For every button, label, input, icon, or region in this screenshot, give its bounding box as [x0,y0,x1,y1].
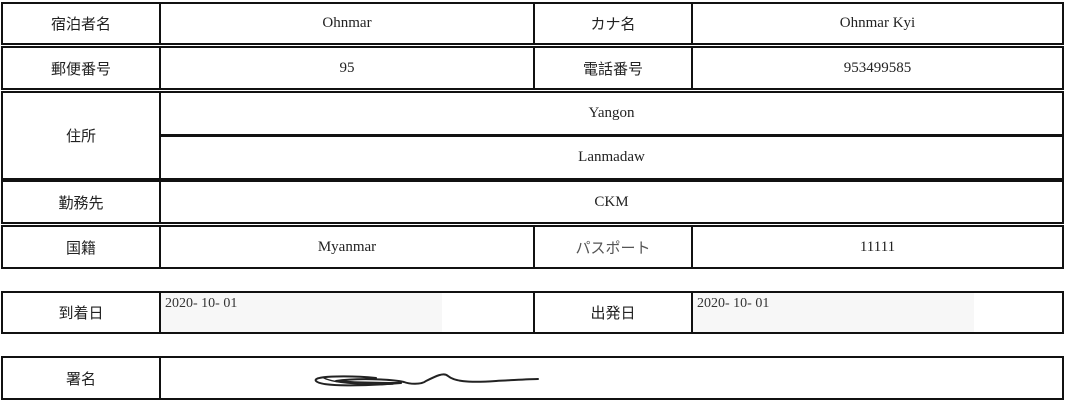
departure-date-value: 2020- 10- 01 [697,296,770,311]
kana-name-value: Ohnmar Kyi [839,15,916,31]
signature-label-cell: 署名 [1,356,161,400]
departure-label-cell: 出発日 [533,291,693,334]
address-label-cell: 住所 [1,91,161,180]
postal-code-value: 95 [339,59,355,76]
arrival-date-value: 2020- 10- 01 [165,296,238,311]
arrival-label-cell: 到着日 [1,291,161,334]
address-line2-field[interactable]: Lanmadaw [159,135,1064,180]
kana-name-field[interactable]: Ohnmar Kyi [691,2,1064,45]
nationality-label: 国籍 [65,238,96,257]
address-label: 住所 [65,127,96,145]
passport-value: 11111 [859,238,896,255]
departure-label: 出発日 [590,304,636,322]
signature-stroke [314,373,539,387]
phone-value: 953499585 [843,59,912,76]
postal-code-field[interactable]: 95 [159,46,535,90]
workplace-field[interactable]: CKM [159,180,1064,224]
nationality-value: Myanmar [317,238,377,255]
nationality-label-cell: 国籍 [1,225,161,269]
nationality-field[interactable]: Myanmar [159,225,535,269]
phone-label-cell: 電話番号 [533,46,693,90]
address-line1-value: Yangon [588,105,635,121]
signature-label: 署名 [65,369,96,388]
phone-field[interactable]: 953499585 [691,46,1064,90]
address-line1-field[interactable]: Yangon [159,91,1064,136]
guest-name-label: 宿泊者名 [50,15,111,33]
postal-label: 郵便番号 [50,59,111,78]
kana-label: カナ名 [590,15,636,33]
arrival-date-input[interactable]: 2020- 10- 01 [161,293,442,332]
passport-label: パスポート [575,238,651,257]
workplace-label-cell: 勤務先 [1,180,161,224]
arrival-label: 到着日 [58,304,104,322]
passport-field[interactable]: 11111 [691,225,1064,269]
signature-pad[interactable] [159,356,1064,400]
address-line2-value: Lanmadaw [578,149,645,165]
departure-date-input[interactable]: 2020- 10- 01 [693,293,974,332]
guest-name-value: Ohnmar [322,15,372,31]
guest-name-label-cell: 宿泊者名 [1,2,161,45]
guest-name-field[interactable]: Ohnmar [159,2,535,45]
workplace-label: 勤務先 [58,193,104,212]
postal-label-cell: 郵便番号 [1,46,161,90]
phone-label: 電話番号 [582,59,643,78]
workplace-value: CKM [594,193,629,210]
kana-label-cell: カナ名 [533,2,693,45]
passport-label-cell: パスポート [533,225,693,269]
